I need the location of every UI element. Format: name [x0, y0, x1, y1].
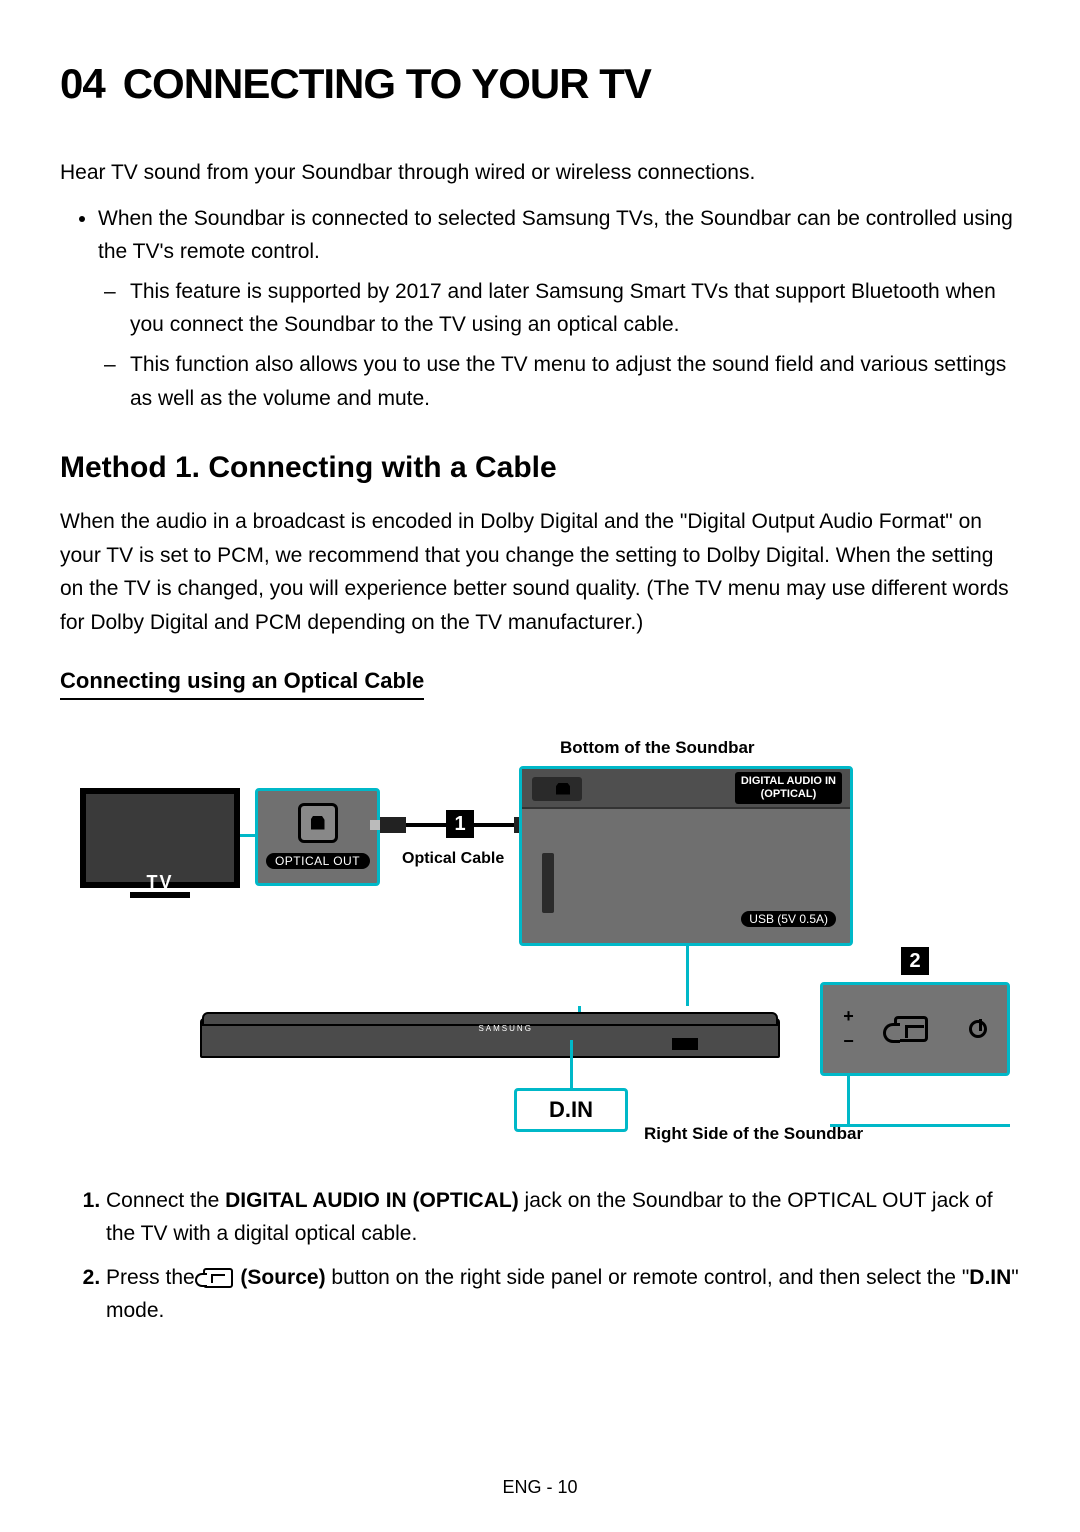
step-tag-1: 1 — [446, 810, 474, 838]
step-tag-2: 2 — [901, 947, 929, 975]
callout-line — [570, 1040, 573, 1088]
din-indicator: D.IN — [514, 1088, 628, 1132]
intro-sub-item-2: This function also allows you to use the… — [130, 348, 1020, 415]
digital-audio-in-jack-icon — [532, 777, 582, 801]
step-2-source-bold: (Source) — [240, 1266, 325, 1289]
intro-bullet-item: When the Soundbar is connected to select… — [98, 202, 1020, 416]
intro-bullet-text: When the Soundbar is connected to select… — [98, 207, 1013, 264]
optical-out-label: OPTICAL OUT — [266, 853, 370, 869]
optical-out-callout: OPTICAL OUT — [255, 788, 380, 886]
chapter-title: CONNECTING TO YOUR TV — [123, 60, 651, 107]
optical-jack-icon — [298, 803, 338, 843]
method-heading: Method 1. Connecting with a Cable — [60, 451, 1020, 485]
connection-diagram: Bottom of the Soundbar TV OPTICAL OUT 1 … — [60, 738, 1020, 1148]
connector-line — [240, 834, 255, 837]
page-footer: ENG - 10 — [0, 1477, 1080, 1498]
usb-label: USB (5V 0.5A) — [741, 911, 836, 927]
soundbar-device-icon: SAMSUNG — [200, 1018, 780, 1058]
chapter-number: 04 — [60, 60, 105, 108]
intro-paragraph: Hear TV sound from your Soundbar through… — [60, 156, 1020, 190]
tv-icon: TV — [80, 788, 240, 898]
volume-plus-icon: + — [843, 1006, 854, 1027]
subsection-heading: Connecting using an Optical Cable — [60, 668, 424, 700]
intro-sub-list: This feature is supported by 2017 and la… — [98, 275, 1020, 415]
intro-sub-item-1: This feature is supported by 2017 and la… — [130, 275, 1020, 342]
volume-buttons: + − — [843, 1006, 854, 1052]
cable-plug-left-icon — [380, 817, 406, 833]
usb-slot-icon — [542, 853, 554, 913]
source-icon — [203, 1268, 233, 1288]
volume-minus-icon: − — [843, 1031, 854, 1052]
label-bottom-of-soundbar: Bottom of the Soundbar — [560, 738, 755, 758]
step-1-bold: DIGITAL AUDIO IN (OPTICAL) — [225, 1189, 519, 1212]
soundbar-right-side-panel: 2 + − — [820, 982, 1010, 1076]
digital-audio-in-label: DIGITAL AUDIO IN(OPTICAL) — [735, 772, 842, 804]
steps-list: Connect the DIGITAL AUDIO IN (OPTICAL) j… — [60, 1184, 1020, 1328]
tv-label: TV — [80, 872, 240, 893]
callout-line — [686, 946, 689, 1006]
label-right-side-of-soundbar: Right Side of the Soundbar — [644, 1124, 863, 1144]
method-body: When the audio in a broadcast is encoded… — [60, 505, 1020, 639]
power-button-icon — [969, 1020, 987, 1038]
optical-cable-label: Optical Cable — [402, 850, 504, 868]
soundbar-bottom-panel: DIGITAL AUDIO IN(OPTICAL) USB (5V 0.5A) — [519, 766, 853, 946]
step-2-din-bold: D.IN — [969, 1266, 1011, 1289]
intro-bullet-list: When the Soundbar is connected to select… — [60, 202, 1020, 416]
step-1: Connect the DIGITAL AUDIO IN (OPTICAL) j… — [106, 1184, 1020, 1251]
source-button-icon — [894, 1016, 928, 1042]
step-2: Press the (Source) button on the right s… — [106, 1261, 1020, 1328]
optical-cable: 1 — [380, 816, 540, 834]
callout-line — [847, 1076, 850, 1124]
chapter-heading: 04 CONNECTING TO YOUR TV — [60, 60, 1020, 108]
